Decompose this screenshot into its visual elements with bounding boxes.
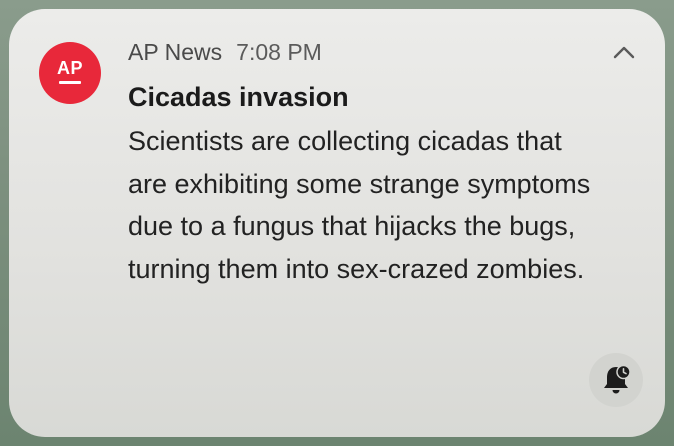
ap-news-app-icon: AP: [39, 42, 101, 104]
notification-body: Scientists are collecting cicadas that a…: [128, 126, 591, 284]
notification-time: 7:08 PM: [236, 38, 322, 65]
notification-card[interactable]: AP AP News 7:08 PM Cicadas invasion Scie…: [9, 9, 665, 437]
chevron-up-icon: [613, 46, 635, 59]
bell-clock-icon: [604, 364, 631, 394]
app-icon-underline: [59, 80, 81, 84]
notification-header: AP News 7:08 PM: [128, 35, 322, 69]
app-icon-letters: AP: [56, 57, 83, 78]
app-name: AP News: [128, 38, 223, 65]
notification-title: Cicadas invasion: [128, 82, 349, 112]
snooze-button[interactable]: [589, 353, 643, 407]
collapse-button[interactable]: [613, 41, 635, 63]
